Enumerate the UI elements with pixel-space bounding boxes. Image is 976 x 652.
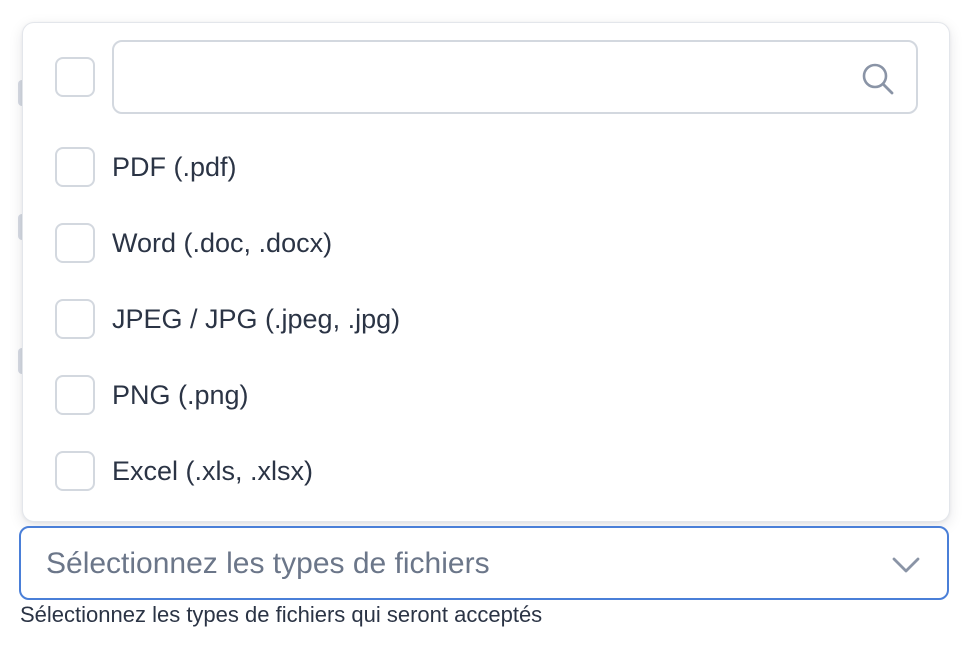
chevron-down-icon[interactable] (891, 550, 921, 580)
file-types-select[interactable]: Sélectionnez les types de fichiers (19, 526, 949, 600)
option-checkbox[interactable] (55, 147, 95, 187)
option-checkbox[interactable] (55, 451, 95, 491)
file-type-select-page: PDF (.pdf) Word (.doc, .docx) JPEG / JPG… (0, 0, 976, 652)
option-excel[interactable]: Excel (.xls, .xlsx) (23, 433, 949, 509)
select-placeholder: Sélectionnez les types de fichiers (46, 547, 490, 580)
search-box[interactable] (112, 40, 918, 114)
option-label: PNG (.png) (112, 380, 249, 410)
option-checkbox[interactable] (55, 299, 95, 339)
option-png[interactable]: PNG (.png) (23, 357, 949, 433)
option-checkbox[interactable] (55, 375, 95, 415)
option-checkbox[interactable] (55, 223, 95, 263)
help-text: Sélectionnez les types de fichiers qui s… (20, 602, 543, 627)
option-word[interactable]: Word (.doc, .docx) (23, 205, 949, 281)
select-all-checkbox[interactable] (55, 57, 95, 97)
search-icon[interactable] (860, 61, 896, 97)
option-label: JPEG / JPG (.jpeg, .jpg) (112, 304, 401, 334)
option-label: PDF (.pdf) (112, 152, 237, 182)
option-jpeg[interactable]: JPEG / JPG (.jpeg, .jpg) (23, 281, 949, 357)
option-label: Excel (.xls, .xlsx) (112, 456, 314, 486)
search-row (23, 23, 949, 135)
file-type-dropdown-panel: PDF (.pdf) Word (.doc, .docx) JPEG / JPG… (22, 22, 950, 522)
option-label: Word (.doc, .docx) (112, 228, 333, 258)
search-input[interactable] (128, 52, 832, 104)
option-pdf[interactable]: PDF (.pdf) (23, 129, 949, 205)
